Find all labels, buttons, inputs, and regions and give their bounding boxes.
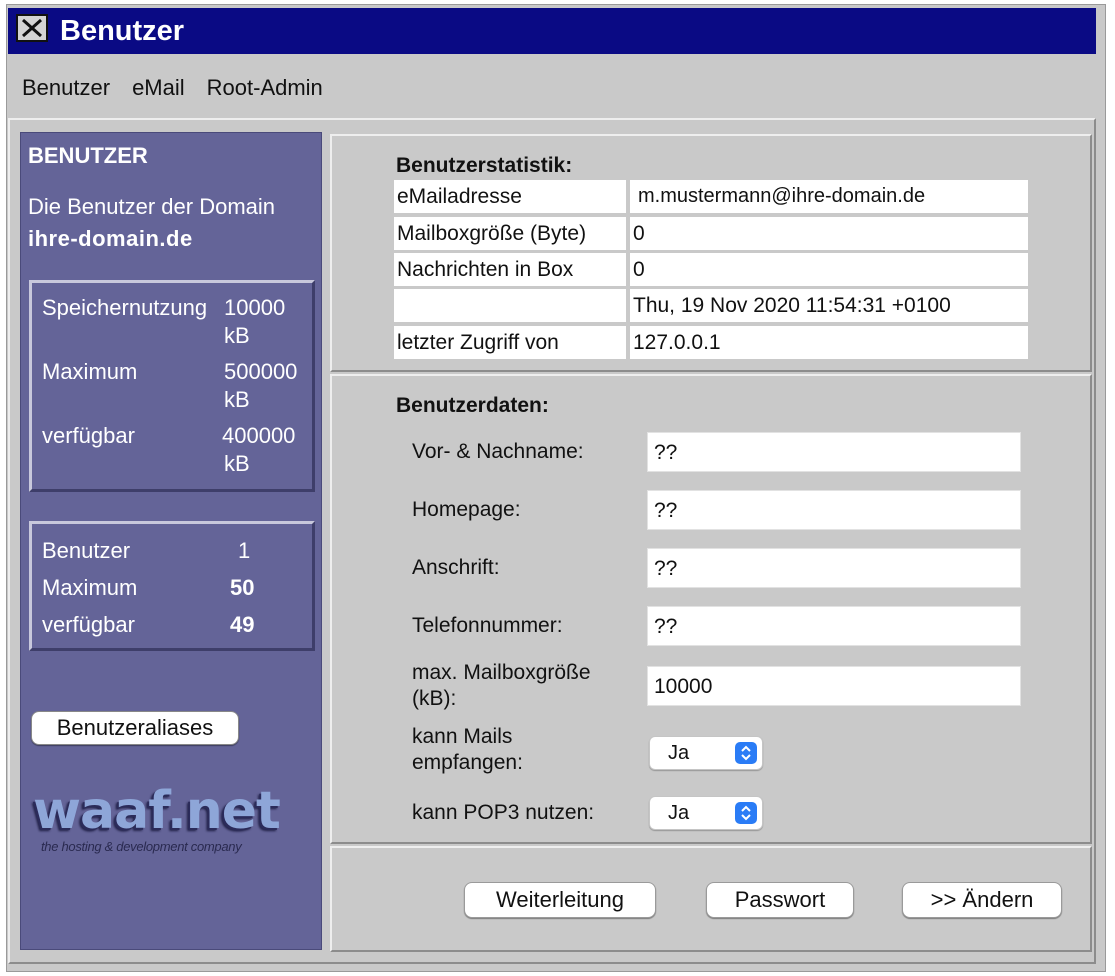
users-max-label: Maximum xyxy=(42,575,138,600)
homepage-field[interactable]: ?? xyxy=(647,490,1021,530)
logo-tagline: the hosting & development company xyxy=(41,839,242,854)
receive-mails-label: kann Mails empfangen: xyxy=(412,725,523,774)
user-aliases-button[interactable]: Benutzeraliases xyxy=(31,711,239,745)
address-field[interactable]: ?? xyxy=(647,548,1021,588)
storage-available-label: verfügbar xyxy=(42,423,135,448)
sidebar-description-text: Die Benutzer der Domain xyxy=(28,194,276,219)
sidebar-heading: BENUTZER xyxy=(28,143,148,168)
menu-item-email[interactable]: eMail xyxy=(118,75,193,101)
storage-available-value: 400000 xyxy=(222,423,296,448)
change-button[interactable]: >> Ändern xyxy=(902,882,1062,918)
menu-item-benutzer[interactable]: Benutzer xyxy=(8,75,118,101)
pop3-value: Ja xyxy=(668,802,690,824)
mailbox-size-label: max. Mailboxgröße (kB): xyxy=(412,661,591,710)
user-stats-box: Benutzer 1 Maximum 50 verfügbar 49 xyxy=(29,521,315,651)
forward-button[interactable]: Weiterleitung xyxy=(464,882,656,918)
menu-item-root-admin[interactable]: Root-Admin xyxy=(193,75,331,101)
pop3-select[interactable]: Ja xyxy=(649,796,763,830)
storage-stats-box: Speichernutzung 10000 kB Maximum 500000 … xyxy=(29,280,315,492)
stat-value-email: m.mustermann@ihre-domain.de xyxy=(630,180,1028,213)
users-max-value: 50 xyxy=(230,575,255,600)
storage-usage-value: 10000 xyxy=(224,295,286,320)
user-data-panel: Benutzerdaten: Vor- & Nachname: ?? Homep… xyxy=(330,374,1092,844)
storage-max-unit: kB xyxy=(224,387,250,412)
pop3-label: kann POP3 nutzen: xyxy=(412,801,595,824)
receive-mails-select[interactable]: Ja xyxy=(649,736,763,770)
phone-field[interactable]: ?? xyxy=(647,606,1021,646)
stat-value-last-access-date: Thu, 19 Nov 2020 11:54:31 +0100 xyxy=(630,289,1028,322)
user-statistics-panel: Benutzerstatistik: eMailadresse m.muster… xyxy=(330,134,1092,372)
window-title: Benutzer xyxy=(60,15,185,47)
homepage-label: Homepage: xyxy=(412,498,521,521)
stat-value-mailbox-size: 0 xyxy=(630,217,1028,250)
receive-mails-value: Ja xyxy=(668,742,690,764)
sidebar-description: Die Benutzer der Domain ihre-domain.de xyxy=(28,191,318,255)
statistics-title: Benutzerstatistik: xyxy=(396,154,573,177)
stat-label-last-access-from: letzter Zugriff von xyxy=(394,326,626,359)
users-count-value: 1 xyxy=(238,538,251,563)
name-label: Vor- & Nachname: xyxy=(412,440,584,463)
stat-label-mailbox-size: Mailboxgröße (Byte) xyxy=(394,217,626,250)
close-box-icon[interactable] xyxy=(16,14,48,42)
storage-max-value: 500000 xyxy=(224,359,298,384)
select-arrows-icon xyxy=(735,802,757,824)
storage-usage-label: Speichernutzung xyxy=(42,295,208,320)
phone-label: Telefonnummer: xyxy=(412,614,563,637)
user-data-title: Benutzerdaten: xyxy=(396,394,549,417)
users-available-value: 49 xyxy=(230,612,255,637)
stat-label-messages: Nachrichten in Box xyxy=(394,253,626,286)
stat-value-last-access-from: 127.0.0.1 xyxy=(630,326,1028,359)
stat-label-email: eMailadresse xyxy=(394,180,626,213)
select-arrows-icon xyxy=(735,742,757,764)
mailbox-size-field[interactable]: 10000 xyxy=(647,666,1021,706)
users-available-label: verfügbar xyxy=(42,612,135,637)
menu-bar: Benutzer eMail Root-Admin xyxy=(8,62,331,114)
action-buttons-panel: Weiterleitung Passwort >> Ändern xyxy=(330,846,1092,952)
stat-value-messages: 0 xyxy=(630,253,1028,286)
storage-max-label: Maximum xyxy=(42,359,138,384)
sidebar-domain: ihre-domain.de xyxy=(28,226,193,251)
waaf-logo: waaf.net the hosting & development compa… xyxy=(33,781,313,861)
storage-usage-unit: kB xyxy=(224,323,250,348)
storage-available-unit: kB xyxy=(224,451,250,476)
sidebar: BENUTZER Die Benutzer der Domain ihre-do… xyxy=(20,132,322,950)
stat-label-last-access-date xyxy=(394,289,626,322)
address-label: Anschrift: xyxy=(412,556,500,579)
name-field[interactable]: ?? xyxy=(647,432,1021,472)
users-count-label: Benutzer xyxy=(42,538,131,563)
logo-text: waaf.net xyxy=(33,781,281,841)
password-button[interactable]: Passwort xyxy=(706,882,854,918)
title-bar: Benutzer xyxy=(8,8,1096,54)
